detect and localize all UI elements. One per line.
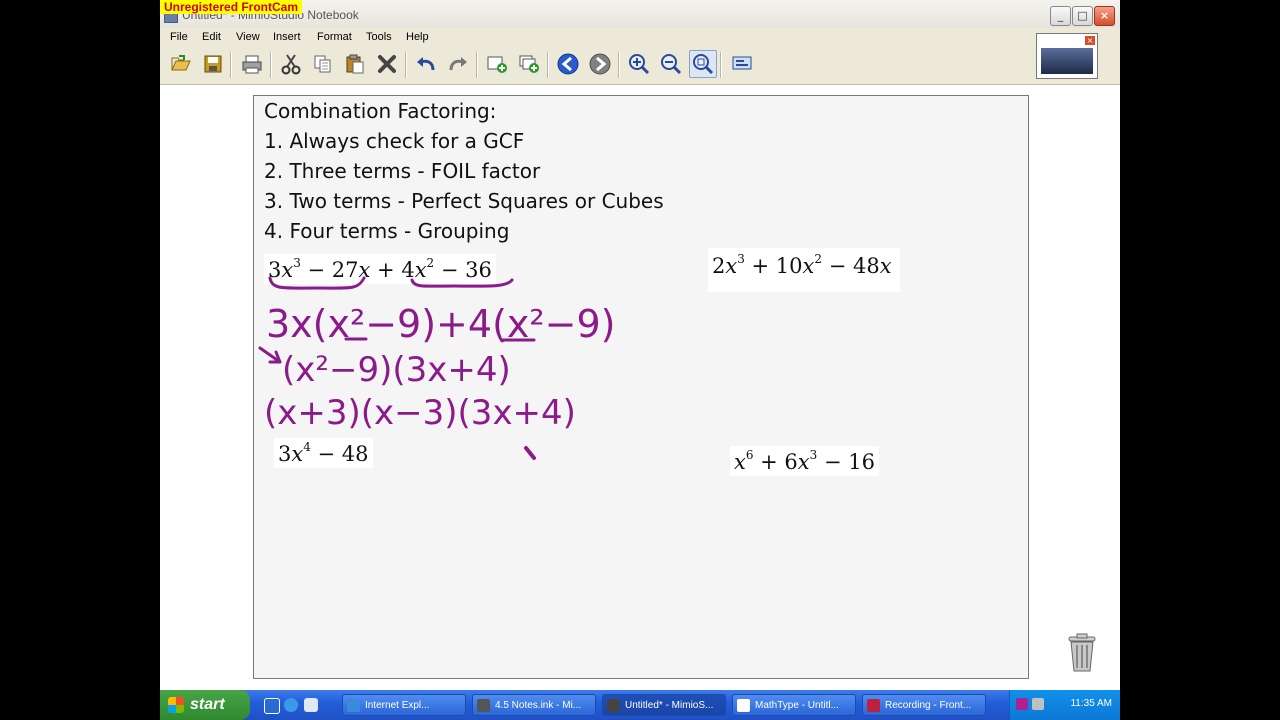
zoom-fit-icon[interactable] <box>689 50 717 78</box>
previous-page-icon[interactable] <box>555 51 581 77</box>
minimize-button[interactable]: _ <box>1050 6 1071 26</box>
redo-icon[interactable] <box>445 51 471 77</box>
network-tray-icon[interactable] <box>1032 698 1044 710</box>
recording-icon <box>867 699 880 712</box>
clock: 11:35 AM <box>1070 698 1112 709</box>
zoom-in-icon[interactable] <box>626 51 652 77</box>
menu-insert[interactable]: Insert <box>273 31 301 43</box>
next-page-icon[interactable] <box>587 51 613 77</box>
rule-4: 4. Four terms - Grouping <box>264 219 510 243</box>
page-thumbnail[interactable]: × <box>1036 33 1098 79</box>
watermark-label: Unregistered FrontCam <box>160 0 303 14</box>
menu-format[interactable]: Format <box>317 31 352 43</box>
zoom-out-icon[interactable] <box>658 51 684 77</box>
system-tray: 11:35 AM <box>1009 690 1120 720</box>
rule-2: 2. Three terms - FOIL factor <box>264 159 541 183</box>
rule-1: 1. Always check for a GCF <box>264 129 525 153</box>
duplicate-page-icon[interactable] <box>516 51 542 77</box>
save-icon[interactable] <box>200 51 226 77</box>
screen-icon[interactable] <box>729 51 755 77</box>
undo-icon[interactable] <box>413 51 439 77</box>
ink-line-3: (x+3)(x−3)(3x+4) <box>264 393 576 433</box>
menu-bar: File Edit View Insert Format Tools Help <box>160 28 1120 48</box>
windows-logo-icon <box>168 697 184 713</box>
task-recording[interactable]: Recording - Front... <box>862 694 986 716</box>
close-button[interactable]: × <box>1094 6 1115 26</box>
close-thumbnail-icon[interactable]: × <box>1085 36 1095 45</box>
thumbnail-image <box>1041 48 1093 74</box>
problem-3-equation[interactable]: 3x4 − 48 <box>274 438 373 468</box>
mathtype-icon <box>737 699 750 712</box>
menu-file[interactable]: File <box>170 31 188 43</box>
notes-text: Combination Factoring: 1. Always check f… <box>264 96 664 246</box>
menu-tools[interactable]: Tools <box>366 31 392 43</box>
new-page-icon[interactable] <box>484 51 510 77</box>
ink-line-1: 3x(x²−9)+4(x²−9) <box>266 302 615 346</box>
maximize-button[interactable]: □ <box>1072 6 1093 26</box>
ie-quicklaunch-icon[interactable] <box>264 698 280 714</box>
taskbar: start Internet Expl... 4.5 Notes.ink - M… <box>160 690 1120 720</box>
desktop-screen: Untitled* - MimioStudio Notebook Unregis… <box>160 0 1120 720</box>
ink-line-2: (x²−9)(3x+4) <box>282 350 511 390</box>
copy-icon[interactable] <box>310 51 336 77</box>
menu-view[interactable]: View <box>236 31 260 43</box>
problem-4-equation[interactable]: x6 + 6x3 − 16 <box>730 446 879 476</box>
print-icon[interactable] <box>239 51 265 77</box>
toolbar: × <box>160 33 1120 85</box>
notebook-workspace[interactable]: Combination Factoring: 1. Always check f… <box>160 85 1120 690</box>
cut-icon[interactable] <box>278 51 304 77</box>
paste-icon[interactable] <box>342 51 368 77</box>
browser-quicklaunch-icon[interactable] <box>284 698 298 712</box>
task-internet-explorer[interactable]: Internet Expl... <box>342 694 466 716</box>
onenote-tray-icon[interactable] <box>1016 698 1028 710</box>
open-icon[interactable] <box>168 51 194 77</box>
problem-1-equation[interactable]: 3x3 − 27x + 4x2 − 36 <box>264 254 496 284</box>
task-mimio-notebook[interactable]: Untitled* - MimioS... <box>602 694 726 716</box>
trash-icon[interactable] <box>1066 633 1098 673</box>
ie-icon <box>347 699 360 712</box>
notes-heading: Combination Factoring: <box>264 99 497 123</box>
menu-help[interactable]: Help <box>406 31 429 43</box>
task-mathtype[interactable]: MathType - Untitl... <box>732 694 856 716</box>
notebook-icon <box>477 699 490 712</box>
desktop-quicklaunch-icon[interactable] <box>304 698 318 712</box>
title-bar[interactable]: Untitled* - MimioStudio Notebook Unregis… <box>160 0 1120 29</box>
notebook-icon <box>607 699 620 712</box>
start-button[interactable]: start <box>160 690 250 720</box>
rule-3: 3. Two terms - Perfect Squares or Cubes <box>264 189 664 213</box>
delete-icon[interactable] <box>374 51 400 77</box>
task-notes[interactable]: 4.5 Notes.ink - Mi... <box>472 694 596 716</box>
problem-2-equation[interactable]: 2x3 + 10x2 − 48x <box>708 248 900 292</box>
notebook-page[interactable]: Combination Factoring: 1. Always check f… <box>253 95 1029 679</box>
menu-edit[interactable]: Edit <box>202 31 221 43</box>
